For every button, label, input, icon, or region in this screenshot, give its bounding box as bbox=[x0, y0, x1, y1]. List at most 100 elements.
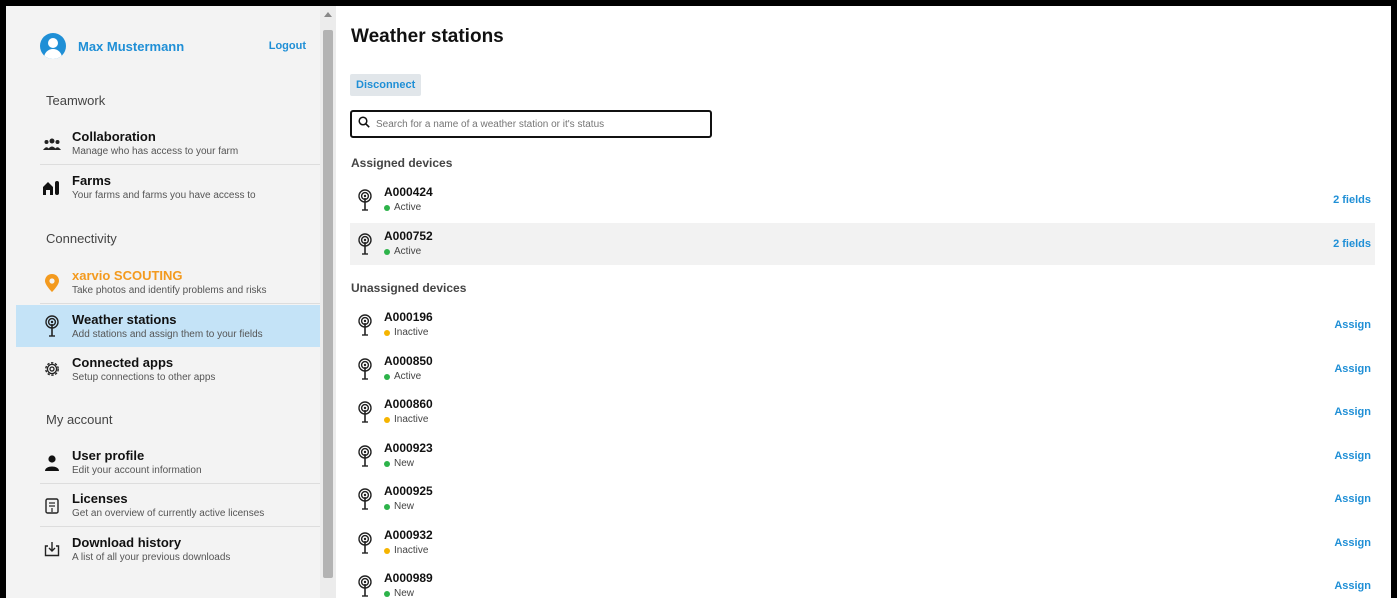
team-icon bbox=[40, 132, 64, 156]
license-icon bbox=[40, 494, 64, 518]
device-id: A000932 bbox=[384, 527, 433, 542]
device-action[interactable]: Assign bbox=[1334, 580, 1371, 592]
device-status: New bbox=[384, 587, 1334, 598]
antenna-icon bbox=[354, 442, 376, 470]
device-action[interactable]: Assign bbox=[1334, 319, 1371, 331]
app-window: Max Mustermann Logout Teamwork Collabora… bbox=[6, 6, 1391, 598]
device-action[interactable]: Assign bbox=[1334, 363, 1371, 375]
nav-subtitle: A list of all your previous downloads bbox=[72, 551, 231, 563]
device-action[interactable]: Assign bbox=[1334, 493, 1371, 505]
status-label: Inactive bbox=[394, 414, 429, 425]
device-id: A000925 bbox=[384, 484, 433, 498]
device-row[interactable]: A000424 Active 2 fields bbox=[350, 179, 1375, 221]
nav-subtitle: Add stations and assign them to your fie… bbox=[72, 328, 263, 340]
device-row[interactable]: A000850 Active Assign bbox=[350, 348, 1375, 390]
device-action[interactable]: Assign bbox=[1334, 537, 1371, 549]
antenna-icon bbox=[354, 230, 376, 258]
status-dot bbox=[384, 373, 390, 380]
device-status: Inactive bbox=[384, 413, 1334, 427]
status-dot bbox=[384, 460, 390, 467]
nav-subtitle: Manage who has access to your farm bbox=[72, 146, 239, 157]
scroll-thumb[interactable] bbox=[323, 30, 333, 578]
device-id: A000923 bbox=[384, 440, 433, 455]
scroll-up-arrow[interactable] bbox=[324, 12, 332, 17]
logout-link[interactable]: Logout bbox=[269, 40, 306, 52]
device-status: New bbox=[384, 500, 1334, 514]
status-dot bbox=[384, 205, 390, 211]
user-row: Max Mustermann Logout bbox=[40, 32, 306, 60]
nav-title: Farms bbox=[72, 172, 112, 188]
nav-subtitle: Take photos and identify problems and ri… bbox=[72, 285, 267, 296]
device-id: A000196 bbox=[384, 310, 433, 324]
unassigned-devices-heading: Unassigned devices bbox=[351, 281, 467, 295]
device-row[interactable]: A000752 Active 2 fields bbox=[350, 222, 1375, 265]
device-action[interactable]: Assign bbox=[1334, 406, 1371, 418]
search-icon bbox=[358, 115, 370, 133]
device-status: New bbox=[384, 457, 1334, 471]
device-action[interactable]: 2 fields bbox=[1333, 194, 1371, 206]
antenna-icon bbox=[354, 311, 376, 339]
sidebar: Max Mustermann Logout Teamwork Collabora… bbox=[6, 6, 320, 598]
nav-title: Weather stations bbox=[72, 311, 177, 327]
status-dot bbox=[384, 547, 390, 554]
nav-subtitle: Setup connections to other apps bbox=[72, 371, 216, 383]
sidebar-item-download-history[interactable]: Download history A list of all your prev… bbox=[40, 528, 320, 570]
nav-subtitle: Get an overview of currently active lice… bbox=[72, 508, 265, 519]
status-label: Active bbox=[394, 245, 422, 257]
avatar[interactable] bbox=[40, 33, 66, 59]
nav-subtitle: Edit your account information bbox=[72, 465, 202, 476]
device-action[interactable]: Assign bbox=[1334, 450, 1371, 462]
sidebar-scrollbar[interactable] bbox=[320, 6, 336, 598]
status-label: Inactive bbox=[394, 544, 429, 556]
device-row[interactable]: A000989 New Assign bbox=[350, 565, 1375, 598]
download-icon bbox=[40, 537, 64, 561]
status-label: New bbox=[394, 588, 415, 598]
sidebar-item-collaboration[interactable]: Collaboration Manage who has access to y… bbox=[40, 123, 320, 165]
device-row[interactable]: A000932 Inactive Assign bbox=[350, 522, 1375, 564]
sidebar-item-user-profile[interactable]: User profile Edit your account informati… bbox=[40, 442, 320, 484]
device-id: A000752 bbox=[384, 228, 433, 243]
antenna-icon bbox=[354, 186, 376, 214]
section-teamwork: Teamwork bbox=[46, 93, 106, 108]
section-connectivity: Connectivity bbox=[46, 231, 117, 246]
device-status: Active bbox=[384, 245, 1333, 259]
status-label: New bbox=[394, 501, 415, 512]
sidebar-item-connected-apps[interactable]: Connected apps Setup connections to othe… bbox=[40, 348, 320, 390]
device-status: Active bbox=[384, 370, 1334, 384]
nav-title: Connected apps bbox=[72, 354, 174, 370]
search-box[interactable] bbox=[350, 110, 712, 138]
status-dot bbox=[384, 248, 390, 255]
device-row[interactable]: A000860 Inactive Assign bbox=[350, 391, 1375, 433]
sidebar-item-licenses[interactable]: Licenses Get an overview of currently ac… bbox=[40, 485, 320, 527]
antenna-icon bbox=[354, 572, 376, 598]
search-input[interactable] bbox=[376, 118, 696, 130]
device-status: Active bbox=[384, 201, 1333, 215]
status-dot bbox=[384, 591, 390, 597]
disconnect-button[interactable]: Disconnect bbox=[350, 74, 422, 96]
device-row[interactable]: A000196 Inactive Assign bbox=[350, 304, 1375, 346]
sidebar-item-farms[interactable]: Farms Your farms and farms you have acce… bbox=[40, 166, 320, 208]
page-title: Weather stations bbox=[351, 26, 504, 47]
location-pin-icon bbox=[40, 271, 64, 295]
antenna-icon bbox=[354, 398, 376, 426]
antenna-icon bbox=[354, 485, 376, 513]
status-dot bbox=[384, 504, 390, 510]
nav-subtitle: Your farms and farms you have access to bbox=[72, 189, 256, 201]
nav-title: Collaboration bbox=[72, 129, 156, 144]
nav-title: User profile bbox=[72, 448, 145, 463]
section-my-account: My account bbox=[46, 412, 113, 427]
device-row[interactable]: A000923 New Assign bbox=[350, 435, 1375, 477]
device-row[interactable]: A000925 New Assign bbox=[350, 478, 1375, 520]
device-id: A000424 bbox=[384, 185, 433, 199]
gear-icon bbox=[40, 357, 64, 381]
status-label: Active bbox=[394, 370, 422, 382]
device-status: Inactive bbox=[384, 544, 1334, 558]
sidebar-item-scouting[interactable]: xarvio SCOUTING Take photos and identify… bbox=[40, 262, 320, 304]
nav-title: Licenses bbox=[72, 491, 128, 506]
antenna-icon bbox=[354, 529, 376, 557]
device-status: Inactive bbox=[384, 326, 1334, 340]
device-action[interactable]: 2 fields bbox=[1333, 238, 1371, 250]
user-name[interactable]: Max Mustermann bbox=[78, 39, 269, 54]
sidebar-item-weather-stations[interactable]: Weather stations Add stations and assign… bbox=[16, 305, 320, 347]
status-dot bbox=[384, 330, 390, 336]
